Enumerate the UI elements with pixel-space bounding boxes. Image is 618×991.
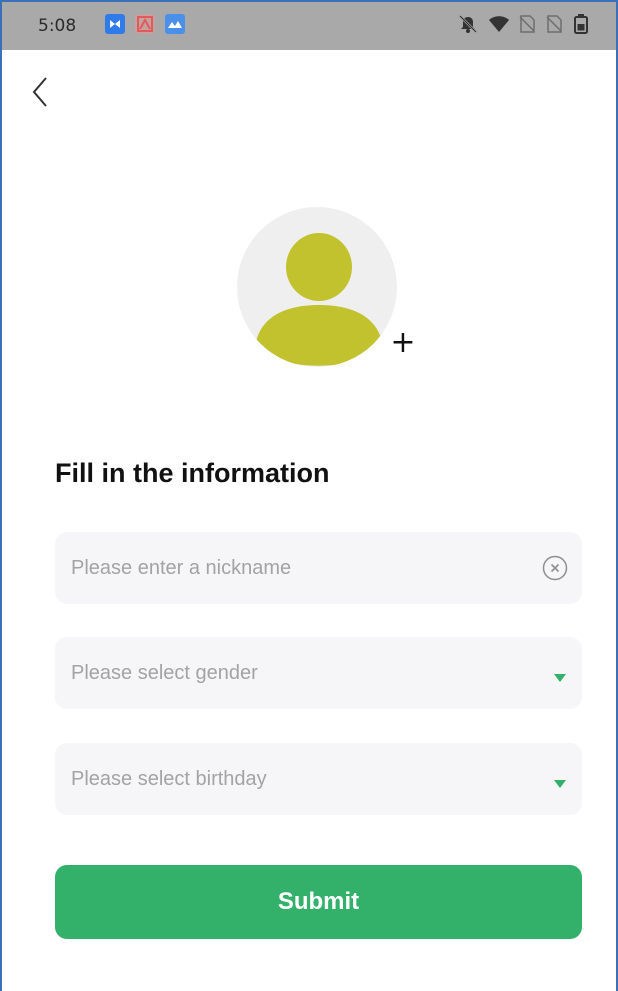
app-blue-icon xyxy=(105,14,125,34)
gender-placeholder: Please select gender xyxy=(71,662,258,684)
nickname-input[interactable] xyxy=(71,532,491,604)
form-title: Fill in the information xyxy=(55,458,330,488)
mute-bell-icon xyxy=(458,14,478,34)
add-avatar-icon[interactable]: + xyxy=(388,328,418,358)
birthday-placeholder: Please select birthday xyxy=(71,768,267,790)
clear-circle-icon[interactable] xyxy=(542,555,568,581)
screen: 5:08 + Fill in the information Please en… xyxy=(0,0,618,991)
app-red-icon xyxy=(135,14,155,34)
birthday-select[interactable]: Please select birthday xyxy=(55,743,582,815)
avatar-upload[interactable] xyxy=(237,207,397,367)
nickname-field[interactable] xyxy=(55,532,582,604)
chevron-left-icon xyxy=(32,77,47,107)
dropdown-triangle-icon xyxy=(554,775,566,788)
no-sim-icon xyxy=(545,14,565,34)
no-sim-icon xyxy=(518,14,538,34)
battery-icon xyxy=(574,14,594,34)
app-blue-photo-icon xyxy=(165,14,185,34)
status-bar: 5:08 xyxy=(2,2,616,50)
person-avatar-icon xyxy=(255,233,383,366)
dropdown-triangle-icon xyxy=(554,669,566,682)
submit-button[interactable]: Submit xyxy=(55,865,582,939)
wifi-icon xyxy=(488,14,509,34)
gender-select[interactable]: Please select gender xyxy=(55,637,582,709)
back-button[interactable] xyxy=(26,72,58,112)
status-time: 5:08 xyxy=(38,16,77,36)
